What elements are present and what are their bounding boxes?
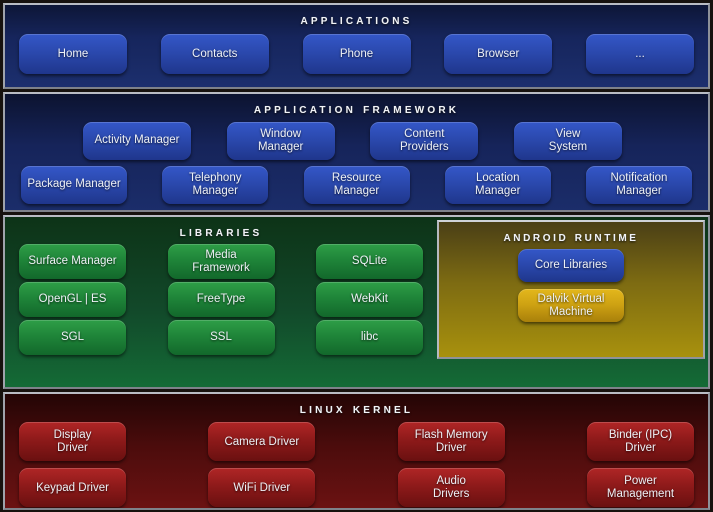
app-tile-contacts[interactable]: Contacts <box>160 34 269 74</box>
runtime-tiles: Core Libraries Dalvik Virtual Machine <box>439 249 703 323</box>
app-tile-home[interactable]: Home <box>19 34 127 74</box>
layer-libraries-and-runtime: Libraries Surface Manager Media Framewor… <box>3 215 710 390</box>
layer-title-linux-kernel: Linux Kernel <box>299 400 414 417</box>
kernel-tile-audio-drivers[interactable]: Audio Drivers <box>397 468 505 508</box>
framework-row-2: Package Manager Telephony Manager Resour… <box>5 165 708 204</box>
layer-application-framework: Application Framework Activity Manager W… <box>3 91 710 213</box>
layer-linux-kernel: Linux Kernel Display Driver Camera Drive… <box>3 392 710 510</box>
runtime-container: Android Runtime Core Libraries Dalvik Vi… <box>437 217 708 387</box>
framework-tile-telephony-manager[interactable]: Telephony Manager <box>162 165 269 204</box>
library-tile-sqlite[interactable]: SQLite <box>316 244 423 280</box>
libraries-row-2: OpenGL | ES FreeType WebKit <box>5 282 437 318</box>
layer-title-android-runtime: Android Runtime <box>503 228 639 245</box>
framework-tile-resource-manager[interactable]: Resource Manager <box>303 165 410 204</box>
runtime-tile-dalvik-virtual-machine[interactable]: Dalvik Virtual Machine <box>518 289 624 323</box>
android-architecture-diagram: Applications Home Contacts Phone Browser… <box>0 0 713 512</box>
kernel-row-2: Keypad Driver WiFi Driver Audio Drivers … <box>5 468 708 508</box>
section-android-runtime: Android Runtime Core Libraries Dalvik Vi… <box>437 220 705 360</box>
framework-tile-window-manager[interactable]: Window Manager <box>226 121 335 160</box>
runtime-tile-core-libraries[interactable]: Core Libraries <box>518 249 624 283</box>
section-libraries: Libraries Surface Manager Media Framewor… <box>5 217 437 387</box>
framework-tile-location-manager[interactable]: Location Manager <box>444 165 551 204</box>
library-tile-ssl[interactable]: SSL <box>167 320 275 356</box>
app-tile-phone[interactable]: Phone <box>302 34 411 74</box>
kernel-tile-keypad-driver[interactable]: Keypad Driver <box>19 468 126 508</box>
library-tile-freetype[interactable]: FreeType <box>167 282 275 318</box>
layer-title-applications: Applications <box>300 11 413 27</box>
library-tile-libc[interactable]: libc <box>316 320 423 356</box>
applications-row: Home Contacts Phone Browser ... <box>5 34 708 74</box>
library-tile-media-framework[interactable]: Media Framework <box>167 244 275 280</box>
framework-row-1: Activity Manager Window Manager Content … <box>5 121 708 160</box>
library-tile-opengl-es[interactable]: OpenGL | ES <box>19 282 126 318</box>
framework-tile-package-manager[interactable]: Package Manager <box>21 165 127 204</box>
framework-tile-view-system[interactable]: View System <box>513 121 622 160</box>
layer-title-application-framework: Application Framework <box>253 99 460 116</box>
library-tile-surface-manager[interactable]: Surface Manager <box>19 244 126 280</box>
libraries-row-1: Surface Manager Media Framework SQLite <box>5 244 437 280</box>
kernel-tile-display-driver[interactable]: Display Driver <box>19 422 126 462</box>
libraries-row-3: SGL SSL libc <box>5 320 437 356</box>
kernel-tile-wifi-driver[interactable]: WiFi Driver <box>208 468 316 508</box>
library-tile-webkit[interactable]: WebKit <box>316 282 423 318</box>
framework-tile-activity-manager[interactable]: Activity Manager <box>83 121 191 160</box>
layer-title-libraries: Libraries <box>179 223 263 240</box>
app-tile-more[interactable]: ... <box>586 34 694 74</box>
framework-tile-notification-manager[interactable]: Notification Manager <box>586 165 692 204</box>
library-tile-sgl[interactable]: SGL <box>19 320 126 356</box>
app-tile-browser[interactable]: Browser <box>444 34 553 74</box>
kernel-tile-camera-driver[interactable]: Camera Driver <box>208 422 316 462</box>
kernel-tile-flash-memory-driver[interactable]: Flash Memory Driver <box>397 422 505 462</box>
framework-tile-content-providers[interactable]: Content Providers <box>370 121 479 160</box>
kernel-row-1: Display Driver Camera Driver Flash Memor… <box>5 422 708 462</box>
kernel-tile-power-management[interactable]: Power Management <box>586 468 694 508</box>
layer-applications: Applications Home Contacts Phone Browser… <box>3 3 710 89</box>
kernel-tile-binder-ipc-driver[interactable]: Binder (IPC) Driver <box>586 422 694 462</box>
